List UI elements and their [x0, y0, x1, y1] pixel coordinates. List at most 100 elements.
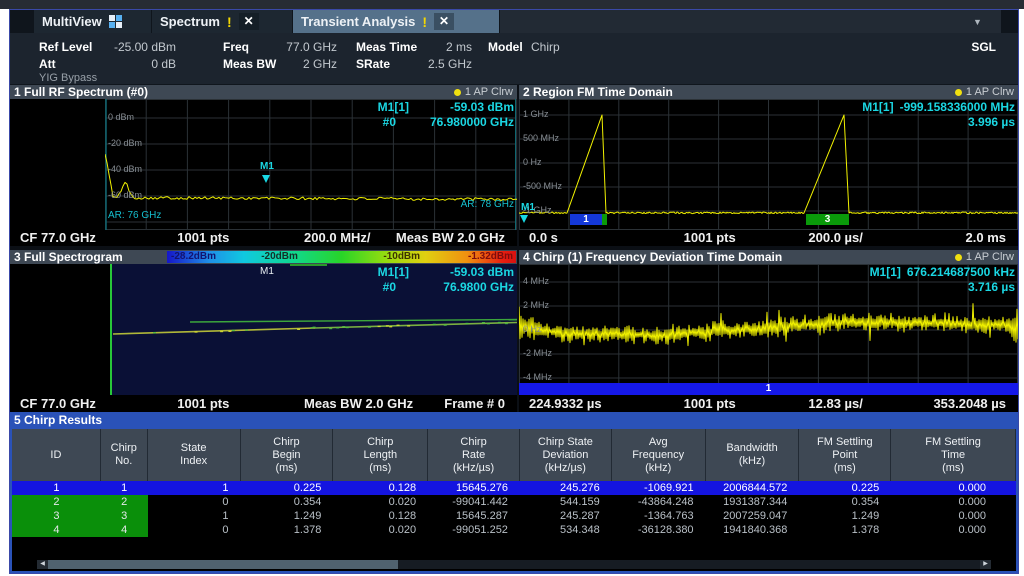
panel3-plot[interactable]: M1 M1[1]-59.03 dBm #076.9800 GHz	[10, 264, 517, 395]
header-cell[interactable]: StateIndex	[148, 429, 241, 481]
results-body: 1110.2250.12815645.276245.276-1069.92120…	[12, 481, 1016, 537]
footer-item: 2.0 ms	[966, 230, 1006, 246]
panel-chirp-results: 5 Chirp Results IDChirpNo.StateIndexChir…	[10, 414, 1018, 573]
trace-dot-icon	[955, 254, 962, 261]
meas-time-label: Meas Time	[356, 40, 417, 54]
table-cell: 0.000	[891, 481, 1016, 495]
tab-label: Spectrum	[160, 14, 220, 29]
panel2-footer: 0.0 s1001 pts200.0 µs/2.0 ms	[519, 230, 1018, 246]
app-window: MultiView Spectrum ! ✕ Transient Analysi…	[9, 9, 1019, 574]
att-label: Att	[39, 57, 56, 71]
panel3-footer: CF 77.0 GHz1001 ptsMeas BW 2.0 GHzFrame …	[10, 396, 517, 412]
tab-transient-analysis[interactable]: Transient Analysis ! ✕	[293, 10, 499, 33]
meas-bw-label: Meas BW	[223, 57, 276, 71]
table-row[interactable]: 1110.2250.12815645.276245.276-1069.92120…	[12, 481, 1016, 495]
header-cell[interactable]: FM SettlingPoint(ms)	[799, 429, 891, 481]
axis-tick-label: 0 dBm	[108, 112, 134, 122]
trace-legend: 1 AP Clrw	[955, 250, 1014, 264]
table-row[interactable]: 3311.2490.12815645.287245.287-1364.76320…	[12, 509, 1016, 523]
chevron-down-icon[interactable]: ▼	[973, 17, 982, 27]
marker-triangle-icon[interactable]	[520, 215, 528, 223]
ref-level-value[interactable]: -25.00 dBm	[100, 40, 176, 54]
m1-marker-label[interactable]: M1	[260, 161, 274, 172]
panel4-plot[interactable]: 4 MHz2 MHz0 Hz-2 MHz-4 MHz M1[1]676.2146…	[519, 264, 1018, 395]
header-cell[interactable]: FM SettlingTime(ms)	[891, 429, 1016, 481]
settings-bar: Ref Level -25.00 dBm Freq 77.0 GHz Meas …	[10, 33, 1018, 85]
footer-item: 353.2048 µs	[933, 396, 1006, 412]
model-value[interactable]: Chirp	[531, 40, 560, 54]
panel2-titlebar[interactable]: 2 Region FM Time Domain 1 AP Clrw	[519, 85, 1018, 99]
header-cell[interactable]: ID	[12, 429, 101, 481]
panel2-plot[interactable]: 1 GHz500 MHz0 Hz-500 MHz-1 GHz M1[1]-999…	[519, 99, 1018, 230]
table-cell: -99051.252	[428, 523, 520, 537]
panel-chirp-frequency-deviation: 4 Chirp (1) Frequency Deviation Time Dom…	[519, 250, 1018, 412]
h-scrollbar[interactable]: ◀ ▶	[37, 560, 991, 569]
meas-time-value[interactable]: 2 ms	[418, 40, 472, 54]
panel4-titlebar[interactable]: 4 Chirp (1) Frequency Deviation Time Dom…	[519, 250, 1018, 264]
table-cell: 245.276	[520, 481, 612, 495]
tab-label: MultiView	[42, 14, 102, 29]
header-cell[interactable]: ChirpNo.	[101, 429, 148, 481]
panel4-footer: 224.9332 µs1001 pts12.83 µs/353.2048 µs	[519, 396, 1018, 412]
header-cell[interactable]: Bandwidth(kHz)	[706, 429, 800, 481]
screen: MultiView Spectrum ! ✕ Transient Analysi…	[0, 0, 1024, 576]
table-cell: 2	[12, 495, 101, 509]
table-row[interactable]: 4401.3780.020-99051.252534.348-36128.380…	[12, 523, 1016, 537]
m1-marker-label[interactable]: M1	[521, 202, 535, 213]
table-cell: 0.000	[891, 523, 1016, 537]
table-cell: -36128.380	[612, 523, 706, 537]
footer-item: 200.0 µs/	[808, 230, 862, 246]
freq-label: Freq	[223, 40, 249, 54]
region-bar-3[interactable]: 3	[806, 214, 849, 225]
tabbar: MultiView Spectrum ! ✕ Transient Analysi…	[10, 10, 1018, 33]
srate-value[interactable]: 2.5 GHz	[418, 57, 472, 71]
att-value[interactable]: 0 dB	[100, 57, 176, 71]
header-cell[interactable]: ChirpRate(kHz/µs)	[428, 429, 520, 481]
trace-dot-icon	[454, 89, 461, 96]
header-cell[interactable]: ChirpBegin(ms)	[241, 429, 334, 481]
yig-bypass-note: YIG Bypass	[39, 72, 97, 84]
marker-readout: M1[1]-999.158336000 MHz 3.996 µs	[862, 100, 1015, 130]
meas-bw-value[interactable]: 2 GHz	[270, 57, 337, 71]
panel1-titlebar[interactable]: 1 Full RF Spectrum (#0) 1 AP Clrw	[10, 85, 517, 99]
panel3-titlebar[interactable]: 3 Full Spectrogram -28.2dBm -20dBm -10dB…	[10, 250, 517, 264]
axis-tick-label: -4 MHz	[523, 372, 552, 382]
freq-value[interactable]: 77.0 GHz	[270, 40, 337, 54]
table-cell: 1	[148, 481, 241, 495]
marker-triangle-icon[interactable]	[262, 175, 270, 183]
panel1-title: 1 Full RF Spectrum (#0)	[14, 85, 148, 99]
header-cell[interactable]: AvgFrequency(kHz)	[612, 429, 706, 481]
table-cell: 1931387.344	[706, 495, 800, 509]
footer-item: Meas BW 2.0 GHz	[396, 230, 505, 246]
footer-item: 224.9332 µs	[529, 396, 602, 412]
scrollbar-right-arrow[interactable]: ▶	[980, 560, 991, 569]
region-bar-1[interactable]: 1	[570, 214, 602, 225]
tab-multiview[interactable]: MultiView	[34, 10, 151, 33]
table-cell: 4	[101, 523, 148, 537]
chirp-region-bar[interactable]: 1	[519, 383, 1018, 395]
close-icon[interactable]: ✕	[239, 13, 259, 30]
footer-item: 0.0 s	[529, 230, 558, 246]
m1-marker-label[interactable]: M1	[260, 266, 274, 277]
scrollbar-thumb[interactable]	[48, 560, 398, 569]
scrollbar-left-arrow[interactable]: ◀	[37, 560, 48, 569]
table-cell: 0.128	[333, 509, 428, 523]
table-row[interactable]: 2200.3540.020-99041.442544.159-43864.248…	[12, 495, 1016, 509]
table-cell: 0.225	[799, 481, 891, 495]
footer-item: CF 77.0 GHz	[20, 230, 96, 246]
axis-tick-label: 2 MHz	[523, 300, 549, 310]
tab-spectrum[interactable]: Spectrum ! ✕	[152, 10, 292, 33]
header-cell[interactable]: Chirp StateDeviation(kHz/µs)	[520, 429, 612, 481]
spectrogram-colorbar: -28.2dBm -20dBm -10dBm -1.32dBm	[167, 251, 516, 263]
results-title[interactable]: 5 Chirp Results	[10, 412, 1018, 429]
table-cell: 2007259.047	[706, 509, 800, 523]
header-cell[interactable]: ChirpLength(ms)	[333, 429, 428, 481]
close-icon[interactable]: ✕	[434, 13, 454, 30]
panel1-plot[interactable]: 0 dBm-20 dBm-40 dBm-60 dBm M1[1]-59.03 d…	[10, 99, 517, 230]
table-cell: 2006844.572	[706, 481, 800, 495]
multiview-grid-icon	[109, 15, 122, 28]
table-cell: -99041.442	[428, 495, 520, 509]
footer-item: 200.0 MHz/	[304, 230, 370, 246]
table-cell: 2	[101, 495, 148, 509]
footer-item: Frame # 0	[444, 396, 505, 412]
